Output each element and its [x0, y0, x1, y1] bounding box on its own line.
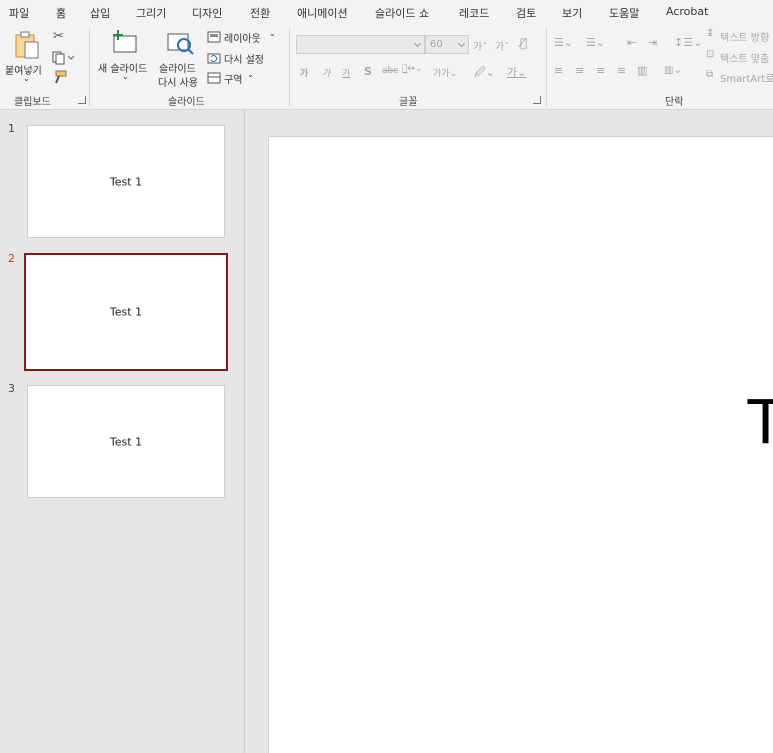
increase-indent-icon[interactable]: ⇥: [648, 36, 657, 49]
reset-label: 다시 설정: [224, 55, 264, 66]
section-button[interactable]: 구역 ⌄: [207, 70, 282, 87]
ribbon: 붙여넣기 ⌄ ✂ 클립보드 새 슬라이드 ⌄ 슬라이드 다시 사용 레이아웃 ⌄…: [0, 24, 773, 110]
font-group-label: 글꼴: [399, 97, 418, 108]
italic-icon[interactable]: 가: [322, 66, 330, 79]
format-painter-icon[interactable]: [52, 70, 68, 84]
tab-draw[interactable]: 그리기: [136, 5, 166, 21]
chevron-down-icon: [457, 39, 466, 48]
section-dropdown-icon: ⌄: [247, 70, 254, 79]
smartart-icon: ⧉: [706, 69, 714, 80]
distributed-icon[interactable]: ▥: [637, 64, 647, 77]
new-slide-button[interactable]: 새 슬라이드 ⌄: [95, 28, 153, 88]
slide-thumbnail-2[interactable]: Test 1: [24, 253, 228, 371]
slide-thumbnail-3[interactable]: Test 1: [27, 385, 225, 498]
align-left-icon[interactable]: ≡: [554, 64, 563, 77]
slide-number: 1: [8, 122, 15, 135]
layout-icon: [207, 31, 221, 43]
decrease-font-size-icon[interactable]: 가ˇ: [495, 38, 509, 53]
paste-button[interactable]: 붙여넣기 ⌄: [3, 28, 47, 88]
cut-icon[interactable]: ✂: [53, 29, 64, 44]
text-direction-icon: ↨: [706, 28, 715, 39]
font-color-icon[interactable]: 가⌄: [507, 64, 526, 80]
paste-dropdown-icon[interactable]: ⌄: [23, 74, 30, 83]
columns-icon[interactable]: ▥⌄: [664, 65, 682, 76]
slide-title-text[interactable]: T: [746, 389, 773, 453]
paste-icon: [15, 31, 39, 59]
slide-number: 2: [8, 252, 15, 265]
smartart-label: SmartArt로: [720, 74, 773, 85]
separator: [89, 28, 90, 106]
align-text-label: 텍스트 맞춤: [720, 54, 770, 65]
separator: [289, 28, 290, 106]
reset-icon: [207, 53, 221, 64]
tab-animations[interactable]: 애니메이션: [297, 5, 348, 21]
tab-insert[interactable]: 삽입: [90, 5, 110, 21]
copy-icon[interactable]: [52, 51, 76, 65]
section-label: 구역: [224, 75, 243, 86]
separator: [546, 28, 547, 106]
reuse-slides-label-2: 다시 사용: [158, 78, 198, 89]
font-name-combo[interactable]: [296, 35, 425, 54]
convert-smartart-button[interactable]: ⧉ SmartArt로: [706, 69, 773, 85]
tab-record[interactable]: 레코드: [459, 5, 489, 21]
character-spacing-icon[interactable]: 간̲↔⌄: [402, 64, 422, 74]
font-size-combo[interactable]: 60: [425, 35, 469, 54]
align-center-icon[interactable]: ≡: [575, 64, 584, 77]
ribbon-tab-bar: 파일 홈 삽입 그리기 디자인 전환 애니메이션 슬라이드 쇼 레코드 검토 보…: [0, 0, 773, 26]
chevron-down-icon: [413, 39, 422, 48]
reuse-slides-label-1: 슬라이드: [159, 64, 196, 75]
tab-slideshow[interactable]: 슬라이드 쇼: [375, 5, 429, 21]
bullets-icon[interactable]: ☰⌄: [554, 36, 573, 49]
justify-icon[interactable]: ≡: [617, 64, 626, 77]
bold-icon[interactable]: 가: [300, 66, 308, 79]
slides-group-label: 슬라이드: [168, 97, 205, 108]
new-slide-icon: [113, 30, 137, 53]
slide-thumbnail-title: Test 1: [109, 435, 143, 448]
slide-thumbnail-1[interactable]: Test 1: [27, 125, 225, 238]
tab-transitions[interactable]: 전환: [250, 5, 270, 21]
line-spacing-icon[interactable]: ↕☰⌄: [674, 36, 702, 49]
reset-button[interactable]: 다시 설정: [207, 51, 282, 67]
clear-formatting-icon[interactable]: 가̸: [520, 36, 527, 50]
slide-canvas[interactable]: T: [268, 136, 773, 753]
reuse-slides-icon: [167, 33, 194, 55]
clipboard-group-label: 클립보드: [14, 97, 51, 108]
change-case-icon[interactable]: 가가⌄: [433, 66, 457, 79]
decrease-indent-icon[interactable]: ⇤: [627, 36, 636, 49]
align-text-button[interactable]: ⊡ 텍스트 맞춤: [706, 49, 773, 65]
text-direction-button[interactable]: ↨ 텍스트 방향: [706, 28, 773, 44]
highlight-icon[interactable]: 🖉⌄: [474, 64, 495, 83]
tab-review[interactable]: 검토: [516, 5, 536, 21]
tab-design[interactable]: 디자인: [192, 5, 222, 21]
tab-acrobat[interactable]: Acrobat: [666, 5, 708, 18]
text-direction-label: 텍스트 방향: [720, 33, 770, 44]
tab-help[interactable]: 도움말: [609, 5, 639, 21]
new-slide-dropdown-icon[interactable]: ⌄: [122, 72, 129, 81]
layout-dropdown-icon: ⌄: [269, 29, 276, 38]
slide-number: 3: [8, 382, 15, 395]
font-size-value: 60: [430, 39, 443, 50]
reuse-slides-button[interactable]: 슬라이드 다시 사용: [155, 28, 205, 89]
slide-editing-area: T: [246, 110, 773, 753]
align-right-icon[interactable]: ≡: [596, 64, 605, 77]
layout-button[interactable]: 레이아웃 ⌄: [207, 29, 282, 46]
paragraph-group-label: 단락: [665, 97, 684, 108]
slide-thumbnail-title: Test 1: [109, 175, 143, 188]
tab-file[interactable]: 파일: [9, 5, 29, 21]
section-icon: [207, 72, 221, 84]
slide-thumbnail-pane: 1 Test 1 2 Test 1 3 Test 1: [0, 110, 245, 753]
shadow-icon[interactable]: S: [364, 65, 372, 78]
increase-font-size-icon[interactable]: 가ˆ: [473, 38, 487, 53]
slide-thumbnail-title: Test 1: [109, 305, 143, 319]
align-text-icon: ⊡: [706, 49, 715, 60]
layout-label: 레이아웃: [224, 34, 261, 45]
numbering-icon[interactable]: ☰⌄: [586, 36, 605, 49]
strikethrough-icon[interactable]: abc: [382, 66, 398, 76]
font-launcher-icon[interactable]: [533, 96, 541, 104]
underline-icon[interactable]: 가: [342, 66, 350, 79]
clipboard-launcher-icon[interactable]: [78, 96, 86, 104]
tab-view[interactable]: 보기: [562, 5, 582, 21]
tab-home[interactable]: 홈: [56, 5, 67, 26]
